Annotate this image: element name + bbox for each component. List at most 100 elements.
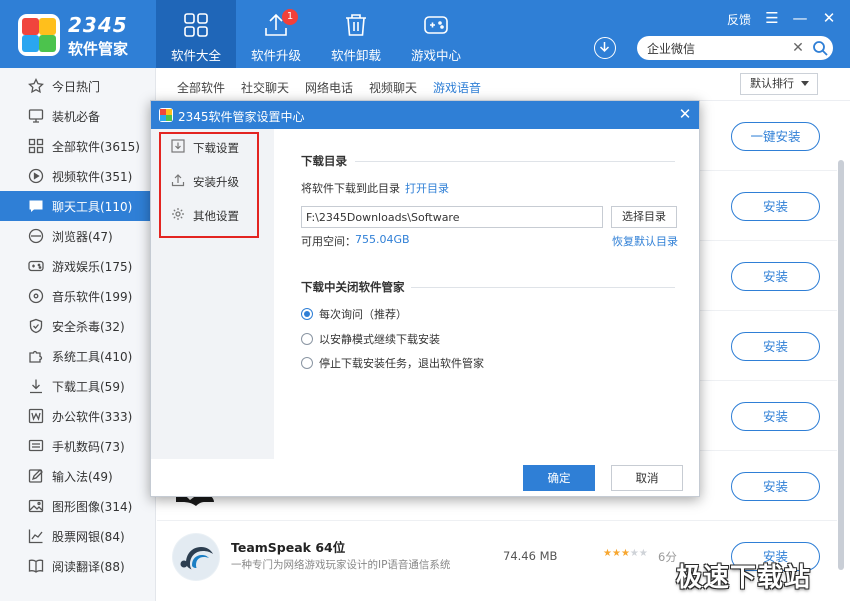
radio-label: 以安静模式继续下载安装 (319, 333, 440, 346)
sidebar-item-video[interactable]: 视频软件(351) (0, 161, 156, 191)
choose-dir-button[interactable]: 选择目录 (611, 206, 677, 228)
free-space-label: 可用空间： (301, 235, 356, 248)
nav-tab-label: 软件卸载 (330, 48, 381, 63)
sidebar-item-label: 输入法(49) (52, 470, 113, 484)
category-tab-voip[interactable]: 网络电话 (305, 79, 353, 96)
chart-icon (28, 529, 43, 544)
category-bar: 全部软件 社交聊天 网络电话 视频聊天 游戏语音 默认排行 (157, 68, 850, 101)
one-click-install-button[interactable]: 一键安装 (731, 122, 820, 151)
rating-star-icon: ★ (603, 548, 612, 559)
gamepad-icon (28, 260, 44, 272)
sidebar-item-label: 浏览器(47) (52, 230, 113, 244)
sidebar-item-office[interactable]: 办公软件(333) (0, 401, 156, 431)
sidebar-item-label: 装机必备 (52, 110, 101, 124)
sidebar-item-all-software[interactable]: 全部软件(3615) (0, 131, 156, 161)
category-tab-video-chat[interactable]: 视频聊天 (369, 79, 417, 96)
install-button[interactable]: 安装 (731, 472, 820, 501)
dialog-close-button[interactable]: ✕ (677, 106, 693, 122)
download-path-field[interactable] (301, 206, 603, 228)
sidebar-item-label: 图形图像(314) (52, 500, 133, 514)
sidebar-item-download-tools[interactable]: 下载工具(59) (0, 371, 156, 401)
clear-search-icon[interactable]: ✕ (790, 40, 806, 56)
rating-star-icon: ★ (620, 548, 630, 559)
sort-select-value: 默认排行 (750, 77, 794, 90)
sidebar-item-games[interactable]: 游戏娱乐(175) (0, 251, 156, 281)
app-logo-icon (159, 108, 173, 122)
browser-icon (28, 228, 44, 244)
sidebar-item-system-tools[interactable]: 系统工具(410) (0, 341, 156, 371)
install-button[interactable]: 安装 (731, 332, 820, 361)
book-icon (28, 559, 44, 573)
category-tab-social[interactable]: 社交聊天 (241, 79, 289, 96)
rating-star-icon: ★ (629, 548, 639, 559)
sidebar-item-label: 游戏娱乐(175) (52, 260, 133, 274)
sort-select[interactable]: 默认排行 (740, 73, 818, 95)
radio-quiet-mode[interactable] (301, 333, 313, 345)
dialog-title-bar[interactable]: 2345软件管家设置中心 ✕ (151, 101, 699, 129)
sidebar-item-input-method[interactable]: 输入法(49) (0, 461, 156, 491)
nav-tab-upgrade[interactable]: 1 软件升级 (236, 0, 316, 68)
category-tab-game-voice[interactable]: 游戏语音 (433, 79, 481, 96)
puzzle-icon (29, 350, 43, 363)
sidebar-item-label: 音乐软件(199) (52, 290, 133, 304)
sidebar-item-essentials[interactable]: 装机必备 (0, 101, 156, 131)
app-rating-stars: ★★★★★ (603, 548, 648, 559)
sidebar-item-graphics[interactable]: 图形图像(314) (0, 491, 156, 521)
sidebar-item-reading[interactable]: 阅读翻译(88) (0, 551, 156, 581)
sidebar-item-browser[interactable]: 浏览器(47) (0, 221, 156, 251)
music-icon (28, 288, 44, 304)
radio-ask-every-time[interactable] (301, 308, 313, 320)
sidebar-item-mobile[interactable]: 手机数码(73) (0, 431, 156, 461)
monitor-icon (28, 109, 44, 123)
app-name[interactable]: TeamSpeak 64位 (231, 537, 345, 556)
radio-label: 每次询问（推荐） (319, 308, 407, 321)
sidebar: 今日热门 装机必备 全部软件(3615) 视频软件(351) 聊天工具(110)… (0, 68, 156, 601)
nav-tab-software-all[interactable]: 软件大全 (156, 0, 236, 68)
app-description: 一种专门为网络游戏玩家设计的IP语音通信系统 (231, 559, 451, 571)
nav-tab-games[interactable]: 游戏中心 (396, 0, 476, 68)
phone-icon (28, 439, 44, 452)
search-icon[interactable] (812, 40, 828, 56)
sidebar-item-music[interactable]: 音乐软件(199) (0, 281, 156, 311)
dialog-title: 2345软件管家设置中心 (178, 110, 305, 124)
install-button[interactable]: 安装 (731, 402, 820, 431)
sidebar-item-label: 下载工具(59) (52, 380, 125, 394)
menu-button[interactable]: ☰ (763, 9, 781, 27)
download-dir-heading: 下载目录 (301, 154, 347, 168)
install-button[interactable]: 安装 (731, 192, 820, 221)
grid-icon (184, 13, 208, 37)
search-input[interactable] (647, 39, 787, 57)
sidebar-item-label: 视频软件(351) (52, 170, 133, 184)
row-divider (157, 520, 837, 521)
ok-button[interactable]: 确定 (523, 465, 595, 491)
nav-tab-label: 软件大全 (170, 48, 221, 63)
sidebar-item-stocks[interactable]: 股票网银(84) (0, 521, 156, 551)
sidebar-item-label: 聊天工具(110) (52, 200, 133, 214)
feedback-link[interactable]: 反馈 (727, 11, 751, 28)
trash-icon (346, 14, 366, 36)
open-dir-link[interactable]: 打开目录 (405, 180, 449, 196)
restore-default-dir-link[interactable]: 恢复默认目录 (612, 233, 678, 249)
scrollbar[interactable] (838, 160, 844, 570)
sidebar-item-label: 今日热门 (52, 80, 101, 94)
download-dir-hint: 将软件下载到此目录 (301, 182, 400, 195)
sidebar-item-security[interactable]: 安全杀毒(32) (0, 311, 156, 341)
sidebar-item-label: 安全杀毒(32) (52, 320, 125, 334)
cancel-button[interactable]: 取消 (611, 465, 683, 491)
install-button[interactable]: 安装 (731, 262, 820, 291)
nav-tab-label: 软件升级 (250, 48, 301, 63)
window-close-button[interactable]: ✕ (820, 9, 838, 27)
download-manager-button[interactable] (594, 37, 616, 59)
settings-dialog: 2345软件管家设置中心 ✕ 下载设置 安装升级 其他设置 下载目录 将软件下载… (150, 100, 700, 497)
minimize-button[interactable]: — (791, 9, 809, 27)
radio-stop-and-exit[interactable] (301, 357, 313, 369)
nav-tab-uninstall[interactable]: 软件卸载 (316, 0, 396, 68)
radio-label: 停止下载安装任务，退出软件管家 (319, 357, 484, 370)
app-score: 6分 (658, 550, 677, 564)
star-icon (28, 78, 44, 94)
sidebar-item-hot-today[interactable]: 今日热门 (0, 71, 156, 101)
free-space-value: 755.04GB (355, 233, 410, 246)
category-tab-all[interactable]: 全部软件 (177, 79, 225, 96)
sidebar-item-label: 手机数码(73) (52, 440, 125, 454)
sidebar-item-chat[interactable]: 聊天工具(110) (0, 191, 156, 221)
